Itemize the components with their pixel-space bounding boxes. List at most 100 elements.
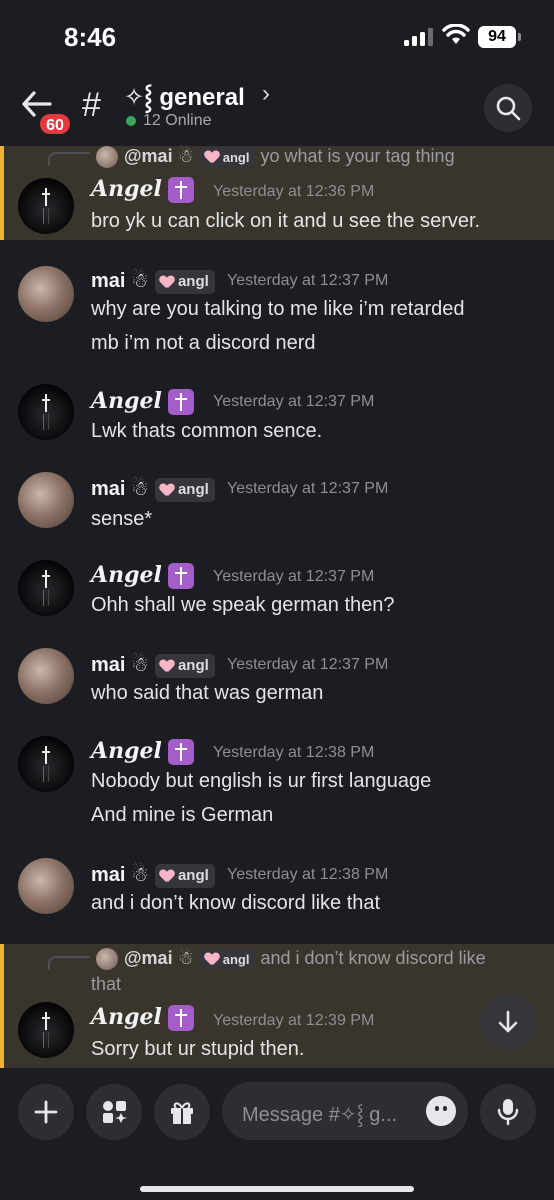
search-button[interactable] xyxy=(484,84,532,132)
message-text: And mine is German xyxy=(91,804,274,826)
message-text: why are you talking to me like i’m retar… xyxy=(91,298,465,320)
message[interactable]: 𝑨𝒏𝒈𝒆𝒍 Yesterday at 12:38 PM Nobody but e… xyxy=(0,730,554,840)
cross-role-icon xyxy=(167,389,194,415)
avatar[interactable] xyxy=(18,858,74,914)
username-text: mai ☃ xyxy=(91,864,149,886)
username[interactable]: 𝑨𝒏𝒈𝒆𝒍 xyxy=(91,176,194,203)
message-highlighted[interactable]: @mai ☃ angl yo what is your tag thing 𝑨𝒏𝒈… xyxy=(0,146,554,240)
username[interactable]: 𝑨𝒏𝒈𝒆𝒍 xyxy=(91,562,194,589)
angel-figure xyxy=(43,766,49,782)
username-text: 𝑨𝒏𝒈𝒆𝒍 xyxy=(91,388,162,414)
message-highlighted[interactable]: @mai ☃ angl and i don’t know discord like… xyxy=(0,944,554,1068)
username[interactable]: mai ☃ angl xyxy=(91,652,215,678)
channel-header: 60 # ✧⸾ general › 12 Online xyxy=(0,72,554,142)
username-text: 𝑨𝒏𝒈𝒆𝒍 xyxy=(91,562,162,588)
message-text: bro yk u can click on it and u see the s… xyxy=(91,210,481,232)
username[interactable]: mai ☃ angl xyxy=(91,862,215,888)
reply-preview[interactable]: @mai ☃ angl and i don’t know discord like xyxy=(96,948,486,971)
message-input[interactable]: Message #✧⸾ g... xyxy=(222,1082,468,1140)
timestamp: Yesterday at 12:37 PM xyxy=(227,656,389,673)
cross-icon xyxy=(42,1012,50,1030)
channel-name[interactable]: ✧⸾ general xyxy=(124,80,245,113)
server-tag: angl xyxy=(154,477,215,502)
status-time: 8:46 xyxy=(64,22,117,52)
online-status-dot xyxy=(126,116,136,126)
message[interactable]: 𝑨𝒏𝒈𝒆𝒍 Yesterday at 12:37 PM Lwk thats co… xyxy=(0,378,554,454)
avatar xyxy=(96,146,118,169)
avatar[interactable] xyxy=(18,178,74,234)
avatar[interactable] xyxy=(18,384,74,440)
username[interactable]: mai ☃ angl xyxy=(91,476,215,502)
reply-preview[interactable]: @mai ☃ angl yo what is your tag thing xyxy=(96,146,455,169)
tag-label: angl xyxy=(177,273,209,291)
timestamp: Yesterday at 12:38 PM xyxy=(213,744,375,761)
username[interactable]: 𝑨𝒏𝒈𝒆𝒍 xyxy=(91,738,194,765)
timestamp: Yesterday at 12:37 PM xyxy=(213,568,375,585)
timestamp: Yesterday at 12:37 PM xyxy=(227,272,389,289)
home-indicator xyxy=(140,1186,414,1192)
status-bar: 8:46 94 xyxy=(0,0,554,72)
angel-figure xyxy=(43,590,49,606)
timestamp: Yesterday at 12:38 PM xyxy=(227,866,389,883)
cross-icon xyxy=(42,746,50,764)
message-placeholder: Message #✧⸾ g... xyxy=(242,1104,398,1126)
message-text: mb i’m not a discord nerd xyxy=(91,332,316,354)
server-tag: angl xyxy=(154,863,215,888)
apps-button[interactable] xyxy=(86,1084,142,1140)
username-text: mai ☃ xyxy=(91,270,149,292)
avatar[interactable] xyxy=(18,266,74,322)
hash-icon: # xyxy=(82,86,101,124)
unread-badge: 60 xyxy=(38,112,72,136)
username-text: 𝑨𝒏𝒈𝒆𝒍 xyxy=(91,1004,162,1030)
heart-icon xyxy=(160,660,174,672)
timestamp: Yesterday at 12:37 PM xyxy=(227,480,389,497)
gift-button[interactable] xyxy=(154,1084,210,1140)
message-text: Lwk thats common sence. xyxy=(91,420,323,442)
cross-role-icon xyxy=(167,563,194,589)
message[interactable]: mai ☃ angl Yesterday at 12:37 PM who said… xyxy=(0,642,554,718)
avatar[interactable] xyxy=(18,648,74,704)
message[interactable]: mai ☃ angl Yesterday at 12:38 PM and i do… xyxy=(0,852,554,928)
scroll-to-bottom-button[interactable] xyxy=(480,994,536,1050)
search-icon xyxy=(496,96,521,121)
avatar[interactable] xyxy=(18,472,74,528)
avatar[interactable] xyxy=(18,560,74,616)
cross-role-icon xyxy=(167,177,194,203)
timestamp: Yesterday at 12:36 PM xyxy=(213,183,375,200)
username[interactable]: 𝑨𝒏𝒈𝒆𝒍 xyxy=(91,1004,194,1031)
cross-icon xyxy=(42,394,50,412)
heart-icon xyxy=(205,151,219,163)
message[interactable]: 𝑨𝒏𝒈𝒆𝒍 Yesterday at 12:37 PM Ohh shall we… xyxy=(0,554,554,630)
avatar xyxy=(96,948,118,971)
online-count: 12 Online xyxy=(143,112,212,129)
message-text: Nobody but english is ur first language xyxy=(91,770,432,792)
cross-icon xyxy=(42,188,50,206)
chevron-right-icon[interactable]: › xyxy=(262,80,270,108)
message-composer: Message #✧⸾ g... xyxy=(0,1068,554,1200)
message-text: who said that was german xyxy=(91,682,324,704)
battery-indicator: 94 xyxy=(478,26,521,48)
timestamp: Yesterday at 12:39 PM xyxy=(213,1012,375,1029)
gift-icon xyxy=(171,1102,193,1124)
username[interactable]: mai ☃ angl xyxy=(91,268,215,294)
emoji-icon[interactable] xyxy=(426,1096,456,1126)
timestamp: Yesterday at 12:37 PM xyxy=(213,393,375,410)
message[interactable]: mai ☃ angl Yesterday at 12:37 PM why are … xyxy=(0,256,554,366)
message[interactable]: mai ☃ angl Yesterday at 12:37 PM sense* xyxy=(0,466,554,542)
apps-icon xyxy=(103,1101,127,1123)
username[interactable]: 𝑨𝒏𝒈𝒆𝒍 xyxy=(91,388,194,415)
message-text: sense* xyxy=(91,508,153,530)
reply-text: yo what is your tag thing xyxy=(260,146,455,166)
username-text: mai ☃ xyxy=(91,478,149,500)
server-tag: angl xyxy=(199,147,256,168)
message-text: Sorry but ur stupid then. xyxy=(91,1038,305,1060)
avatar[interactable] xyxy=(18,736,74,792)
reply-author: @mai ☃ xyxy=(124,948,194,968)
cellular-signal-icon xyxy=(404,28,434,46)
voice-message-button[interactable] xyxy=(480,1084,536,1140)
avatar[interactable] xyxy=(18,1002,74,1058)
heart-icon xyxy=(160,484,174,496)
heart-icon xyxy=(160,276,174,288)
plus-icon xyxy=(34,1100,58,1124)
add-attachment-button[interactable] xyxy=(18,1084,74,1140)
